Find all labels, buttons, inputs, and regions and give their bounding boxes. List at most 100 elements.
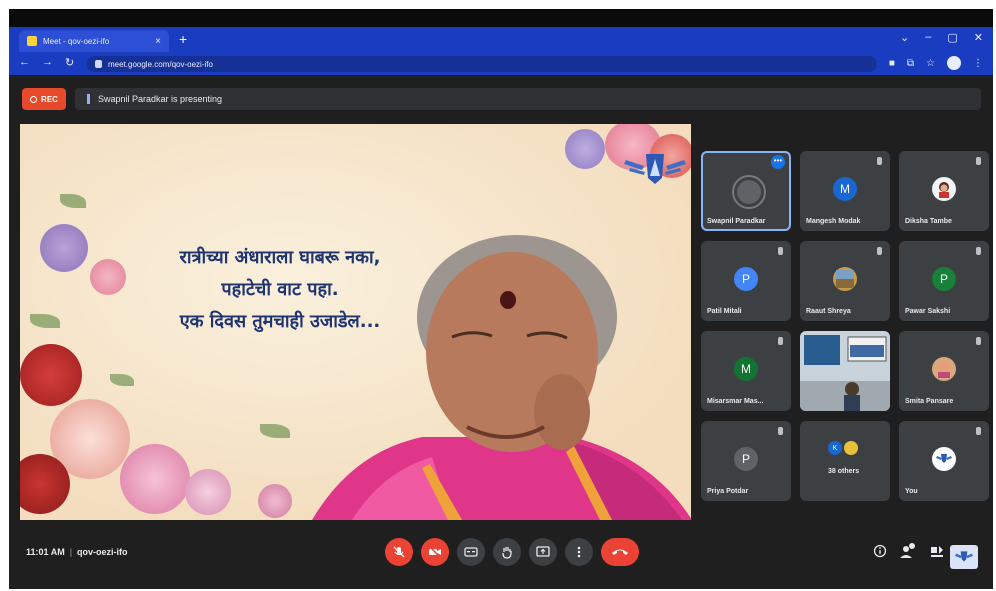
participant-avatar [932, 177, 956, 201]
participant-video-tile[interactable] [800, 331, 890, 411]
camera-off-icon [428, 545, 442, 559]
camera-permission-icon[interactable]: ■ [889, 58, 895, 69]
flower-decoration [40, 224, 88, 272]
present-now-button[interactable] [529, 538, 557, 566]
mic-off-icon [393, 546, 405, 558]
participant-tile[interactable]: P Patil Mitali [701, 241, 791, 321]
participant-name: Smita Pansare [905, 398, 954, 405]
raise-hand-icon [502, 547, 512, 559]
participant-name: Misarsmar Mas... [707, 398, 764, 405]
participant-name: You [905, 488, 918, 495]
mic-muted-icon [976, 427, 981, 435]
participant-name: Diksha Tambe [905, 218, 952, 225]
captions-button[interactable] [457, 538, 485, 566]
record-dot-icon [30, 95, 38, 103]
url-field[interactable]: meet.google.com/qov-oezi-ifo [87, 56, 877, 72]
participant-tile[interactable]: Diksha Tambe [899, 151, 989, 231]
participant-video [800, 331, 890, 411]
current-time: 11:01 AM [26, 547, 65, 557]
participant-avatar: P [734, 267, 758, 291]
share-icon[interactable]: ⧉ [907, 58, 914, 69]
leave-call-button[interactable] [601, 538, 639, 566]
participant-tile[interactable]: M Misarsmar Mas... [701, 331, 791, 411]
mic-muted-icon [877, 247, 882, 255]
address-bar-row: ← → ↻ meet.google.com/qov-oezi-ifo ■ ⧉ ☆… [9, 53, 993, 75]
participant-avatar: M [833, 177, 857, 201]
participant-tile[interactable]: Raaut Shreya [800, 241, 890, 321]
side-controls [873, 543, 945, 559]
top-strip [9, 9, 993, 27]
rec-label: REC [41, 94, 58, 104]
recording-badge: REC [22, 88, 66, 110]
tab-close-icon[interactable]: × [155, 36, 161, 47]
mic-muted-icon [877, 157, 882, 165]
lock-icon [95, 60, 102, 68]
end-call-icon [612, 549, 628, 555]
others-count: 38 others [828, 468, 860, 475]
bookmark-star-icon[interactable]: ☆ [926, 58, 935, 69]
mic-toggle-button[interactable] [385, 538, 413, 566]
back-arrow-icon[interactable]: ← [19, 56, 30, 69]
mic-muted-icon [976, 157, 981, 165]
raise-hand-button[interactable] [493, 538, 521, 566]
corner-logo-icon [950, 545, 978, 569]
forward-arrow-icon[interactable]: → [42, 56, 53, 69]
reload-icon[interactable]: ↻ [65, 56, 74, 69]
mic-muted-icon [778, 337, 783, 345]
camera-toggle-button[interactable] [421, 538, 449, 566]
participant-avatar: P [932, 267, 956, 291]
flower-decoration [120, 444, 190, 514]
presenting-text: Swapnil Paradkar is presenting [98, 94, 223, 104]
participant-tile[interactable]: Smita Pansare [899, 331, 989, 411]
presenting-icon [87, 94, 90, 104]
maximize-button[interactable]: ▢ [947, 31, 957, 44]
window-controls: ⌄ – ▢ ✕ [900, 31, 983, 44]
self-tile[interactable]: You [899, 421, 989, 501]
participant-name: Raaut Shreya [806, 308, 851, 315]
tab-title: Meet - qov-oezi-ifo [43, 36, 110, 46]
participant-tile[interactable]: M Mangesh Modak [800, 151, 890, 231]
close-window-button[interactable]: ✕ [974, 31, 983, 44]
address-bar-icons: ■ ⧉ ☆ ⋮ [889, 56, 983, 70]
mic-muted-icon [778, 427, 783, 435]
people-icon[interactable] [899, 543, 917, 559]
call-controls [385, 538, 639, 566]
url-text: meet.google.com/qov-oezi-ifo [108, 59, 213, 69]
browser-tab[interactable]: Meet - qov-oezi-ifo × [19, 30, 169, 52]
activities-icon[interactable] [929, 543, 945, 559]
browser-tab-bar: Meet - qov-oezi-ifo × + ⌄ – ▢ ✕ [9, 27, 993, 53]
profile-avatar[interactable] [947, 56, 961, 70]
more-options-icon[interactable]: ••• [771, 155, 785, 169]
meeting-info: 11:01 AM | qov-oezi-ifo [26, 547, 128, 557]
institute-logo-icon [624, 154, 686, 184]
speaker-portrait [312, 235, 691, 520]
others-tile[interactable]: K 38 others [800, 421, 890, 501]
new-tab-button[interactable]: + [179, 31, 187, 47]
flower-decoration [20, 344, 82, 406]
participant-tile[interactable]: ••• Swapnil Paradkar [701, 151, 791, 231]
participant-name: Priya Potdar [707, 488, 749, 495]
tab-search-icon[interactable]: ⌄ [900, 31, 909, 44]
meet-window: Meet - qov-oezi-ifo × + ⌄ – ▢ ✕ ← → ↻ me… [9, 9, 993, 589]
participant-avatar: M [734, 357, 758, 381]
more-options-button[interactable] [565, 538, 593, 566]
self-avatar-logo-icon [932, 447, 956, 471]
mic-muted-icon [976, 337, 981, 345]
participant-grid: ••• Swapnil Paradkar M Mangesh Modak Dik… [701, 151, 991, 503]
more-icon [577, 546, 581, 558]
participant-name: Swapnil Paradkar [707, 218, 766, 225]
participant-tile[interactable]: P Pawar Sakshi [899, 241, 989, 321]
participant-tile[interactable]: P Priya Potdar [701, 421, 791, 501]
participant-name: Mangesh Modak [806, 218, 861, 225]
flower-decoration [185, 469, 231, 515]
participant-avatar: P [734, 447, 758, 471]
minimize-button[interactable]: – [925, 31, 931, 44]
participant-name: Patil Mitali [707, 308, 742, 315]
info-icon[interactable] [873, 544, 887, 558]
mic-muted-icon [778, 247, 783, 255]
flower-decoration [565, 129, 605, 169]
participant-avatar [833, 267, 857, 291]
presentation-slide: रात्रीच्या अंधाराला घाबरू नका, पहाटेची व… [20, 124, 691, 520]
participant-avatar [932, 357, 956, 381]
browser-menu-icon[interactable]: ⋮ [973, 58, 983, 69]
